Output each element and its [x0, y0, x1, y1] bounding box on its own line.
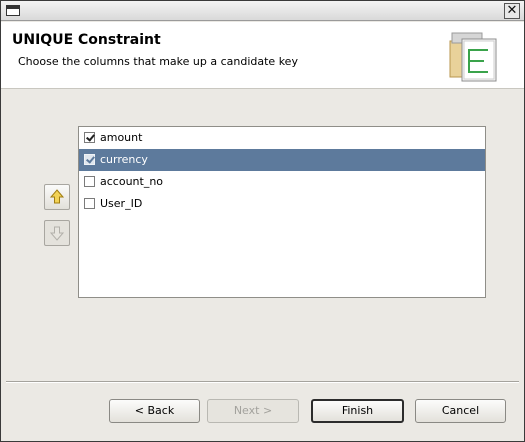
checkbox-amount[interactable]	[84, 132, 95, 143]
wizard-content: amount currency account_no User_ID	[1, 89, 524, 381]
checkbox-currency[interactable]	[84, 154, 95, 165]
move-up-button[interactable]	[44, 184, 70, 210]
next-button[interactable]: Next >	[207, 399, 299, 423]
wizard-banner: UNIQUE Constraint Choose the columns tha…	[1, 22, 524, 89]
back-button[interactable]: < Back	[109, 399, 200, 423]
page-title: UNIQUE Constraint	[12, 32, 161, 48]
checkbox-account-no[interactable]	[84, 176, 95, 187]
checkbox-user-id[interactable]	[84, 198, 95, 209]
list-item-user-id[interactable]: User_ID	[79, 193, 485, 215]
arrow-up-icon	[49, 189, 65, 204]
column-label: User_ID	[100, 197, 143, 210]
constraint-wizard-icon	[449, 32, 497, 82]
list-item-currency[interactable]: currency	[79, 149, 485, 171]
move-down-button[interactable]	[44, 220, 70, 246]
column-label: account_no	[100, 175, 164, 188]
footer-separator	[6, 381, 519, 383]
cancel-button[interactable]: Cancel	[415, 399, 506, 423]
window-menu-icon[interactable]	[6, 5, 20, 16]
list-item-amount[interactable]: amount	[79, 127, 485, 149]
dialog-window: ✕ UNIQUE Constraint Choose the columns t…	[0, 0, 525, 442]
columns-list[interactable]: amount currency account_no User_ID	[78, 126, 486, 298]
column-label: amount	[100, 131, 143, 144]
arrow-down-icon	[49, 226, 65, 241]
finish-button[interactable]: Finish	[311, 399, 404, 423]
column-label: currency	[100, 153, 148, 166]
title-bar[interactable]: ✕	[1, 1, 524, 21]
list-item-account-no[interactable]: account_no	[79, 171, 485, 193]
page-description: Choose the columns that make up a candid…	[18, 55, 298, 68]
close-button[interactable]: ✕	[504, 3, 520, 19]
